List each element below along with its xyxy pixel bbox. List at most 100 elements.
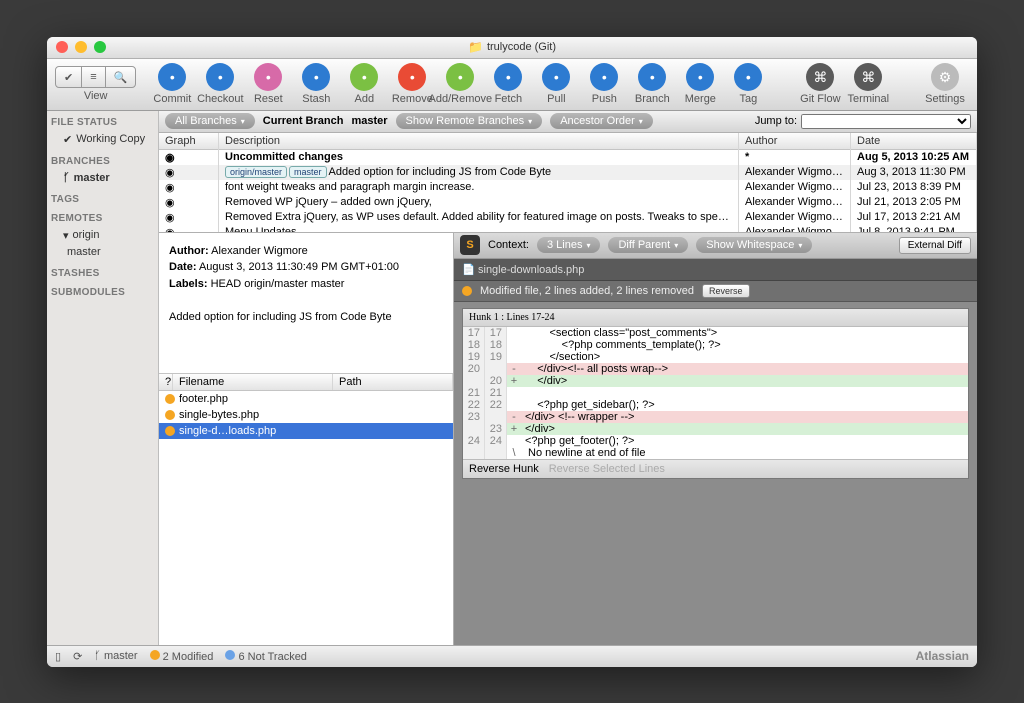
col-filename[interactable]: Filename bbox=[173, 374, 333, 390]
current-branch-label[interactable]: Current Branch bbox=[263, 115, 344, 127]
hunk-header: Hunk 1 : Lines 17-24 bbox=[463, 309, 968, 327]
sidebar: FILE STATUS ✔Working Copy BRANCHES ᚶmaster T… bbox=[47, 111, 159, 645]
commit-row[interactable]: ◉Removed WP jQuery – added own jQuery,Al… bbox=[159, 195, 977, 210]
stash-button[interactable]: •Stash bbox=[292, 63, 340, 105]
reverse-button[interactable]: Reverse bbox=[702, 284, 750, 298]
terminal-button[interactable]: ⌘Terminal bbox=[844, 63, 892, 105]
diff-file-header: 📄 single-downloads.php bbox=[454, 259, 977, 281]
app-window: trulycode (Git) ✔≡🔍 View •Commit•Checkou… bbox=[47, 37, 977, 667]
file-row[interactable]: footer.php bbox=[159, 391, 453, 407]
commit-row[interactable]: ◉Uncommitted changes*Aug 5, 2013 10:25 A… bbox=[159, 150, 977, 165]
diff-line[interactable]: 2222 <?php get_sidebar(); ?> bbox=[463, 399, 968, 411]
commit-row[interactable]: ◉origin/mastermasterAdded option for inc… bbox=[159, 165, 977, 180]
sidebar-section-title: TAGS bbox=[51, 194, 154, 205]
ancestor-pill[interactable]: Ancestor Order bbox=[550, 113, 653, 129]
diff-line[interactable]: 1818 <?php comments_template(); ?> bbox=[463, 339, 968, 351]
view-label: View bbox=[84, 90, 108, 102]
sidebar-section-title: FILE STATUS bbox=[51, 117, 154, 128]
jump-select[interactable] bbox=[801, 114, 971, 129]
col-q[interactable]: ? bbox=[159, 374, 173, 390]
commit-detail: Author: Alexander Wigmore Date: August 3… bbox=[159, 233, 454, 645]
checkout-button[interactable]: •Checkout bbox=[196, 63, 244, 105]
diff-parent-select[interactable]: Diff Parent bbox=[608, 237, 688, 253]
diff-toolbar: S Context: 3 Lines Diff Parent Show Whit… bbox=[454, 233, 977, 259]
col-date[interactable]: Date bbox=[851, 133, 977, 149]
master-label[interactable]: master bbox=[351, 115, 387, 127]
diff-line[interactable]: 1717 <section class="post_comments"> bbox=[463, 327, 968, 339]
diff-line[interactable]: 20+ </div> bbox=[463, 375, 968, 387]
diff-line[interactable]: 2424 <?php get_footer(); ?> bbox=[463, 435, 968, 447]
all-branches-pill[interactable]: All Branches bbox=[165, 113, 255, 129]
file-row[interactable]: single-d…loads.php bbox=[159, 423, 453, 439]
col-author[interactable]: Author bbox=[739, 133, 851, 149]
diff-line[interactable]: 2121 bbox=[463, 387, 968, 399]
modified-dot-icon bbox=[165, 394, 175, 404]
fetch-button[interactable]: •Fetch bbox=[484, 63, 532, 105]
modified-dot-icon bbox=[165, 410, 175, 420]
sidebar-item-master[interactable]: ᚶmaster bbox=[51, 170, 154, 186]
branch-button[interactable]: •Branch bbox=[628, 63, 676, 105]
commit-row[interactable]: ◉font weight tweaks and paragraph margin… bbox=[159, 180, 977, 195]
diff-line[interactable]: 23+</div> bbox=[463, 423, 968, 435]
hunk-footer: Reverse Hunk Reverse Selected Lines bbox=[463, 459, 968, 478]
col-description[interactable]: Description bbox=[219, 133, 739, 149]
filter-bar: All Branches Current Branch master Show … bbox=[159, 111, 977, 133]
sidebar-section-title: BRANCHES bbox=[51, 156, 154, 167]
file-list-header: ? Filename Path bbox=[159, 373, 453, 391]
modified-dot-icon bbox=[165, 426, 175, 436]
commit-row[interactable]: ◉Removed Extra jQuery, as WP uses defaul… bbox=[159, 210, 977, 225]
whitespace-select[interactable]: Show Whitespace bbox=[696, 237, 812, 253]
status-untracked[interactable]: 6 Not Tracked bbox=[225, 650, 307, 663]
view-search-icon[interactable]: 🔍 bbox=[106, 67, 136, 87]
reverse-hunk-button[interactable]: Reverse Hunk bbox=[469, 463, 539, 475]
sidebar-section-title: SUBMODULES bbox=[51, 287, 154, 298]
minimize-icon[interactable] bbox=[75, 41, 87, 53]
sidebar-item-working-copy[interactable]: ✔Working Copy bbox=[51, 131, 154, 148]
status-modified[interactable]: 2 Modified bbox=[150, 650, 214, 663]
context-select[interactable]: 3 Lines bbox=[537, 237, 601, 253]
toolbar: ✔≡🔍 View •Commit•Checkout•Reset•Stash•Ad… bbox=[47, 59, 977, 111]
sidebar-item-master[interactable]: master bbox=[51, 244, 154, 260]
view-list-icon[interactable]: ≡ bbox=[82, 67, 105, 87]
reset-button[interactable]: •Reset bbox=[244, 63, 292, 105]
show-remote-pill[interactable]: Show Remote Branches bbox=[396, 113, 543, 129]
diff-line[interactable]: 20- </div><!-- all posts wrap--> bbox=[463, 363, 968, 375]
merge-button[interactable]: •Merge bbox=[676, 63, 724, 105]
window-title: trulycode (Git) bbox=[47, 40, 977, 54]
pull-button[interactable]: •Pull bbox=[532, 63, 580, 105]
diff-line[interactable]: 1919 </section> bbox=[463, 351, 968, 363]
commit-button[interactable]: •Commit bbox=[148, 63, 196, 105]
file-row[interactable]: single-bytes.php bbox=[159, 407, 453, 423]
titlebar: trulycode (Git) bbox=[47, 37, 977, 59]
external-diff-button[interactable]: External Diff bbox=[899, 237, 971, 254]
commit-row[interactable]: ◉Menu UpdatesAlexander Wigmore…Jul 8, 20… bbox=[159, 225, 977, 233]
view-segmented[interactable]: ✔≡🔍 bbox=[55, 66, 136, 88]
battery-icon: ▯ bbox=[55, 650, 61, 663]
sidebar-section-title: REMOTES bbox=[51, 213, 154, 224]
diff-panel: S Context: 3 Lines Diff Parent Show Whit… bbox=[454, 233, 977, 645]
view-check-icon[interactable]: ✔ bbox=[56, 67, 82, 87]
sync-icon[interactable]: ⟳ bbox=[73, 650, 82, 663]
commit-list-header: Graph Description Author Date bbox=[159, 133, 977, 150]
close-icon[interactable] bbox=[56, 41, 68, 53]
reverse-selected-button: Reverse Selected Lines bbox=[549, 463, 665, 475]
diff-line[interactable]: 23-</div> <!-- wrapper --> bbox=[463, 411, 968, 423]
add-remove-button[interactable]: •Add/Remove bbox=[436, 63, 484, 105]
main-panel: All Branches Current Branch master Show … bbox=[159, 111, 977, 645]
tag-button[interactable]: •Tag bbox=[724, 63, 772, 105]
diff-line[interactable]: \ No newline at end of file bbox=[463, 447, 968, 459]
sidebar-item-origin[interactable]: ▾origin bbox=[51, 227, 154, 244]
add-button[interactable]: •Add bbox=[340, 63, 388, 105]
commit-list: Graph Description Author Date ◉Uncommitt… bbox=[159, 133, 977, 233]
diff-hunk: Hunk 1 : Lines 17-24 1717 <section class… bbox=[462, 308, 969, 479]
status-branch[interactable]: ᚶ master bbox=[94, 650, 137, 662]
push-button[interactable]: •Push bbox=[580, 63, 628, 105]
settings-button[interactable]: ⚙Settings bbox=[921, 63, 969, 105]
brand-label: Atlassian bbox=[916, 649, 969, 663]
sidebar-section-title: STASHES bbox=[51, 268, 154, 279]
maximize-icon[interactable] bbox=[94, 41, 106, 53]
git-flow-button[interactable]: ⌘Git Flow bbox=[796, 63, 844, 105]
col-path[interactable]: Path bbox=[333, 374, 453, 390]
col-graph[interactable]: Graph bbox=[159, 133, 219, 149]
sublime-icon[interactable]: S bbox=[460, 235, 480, 255]
